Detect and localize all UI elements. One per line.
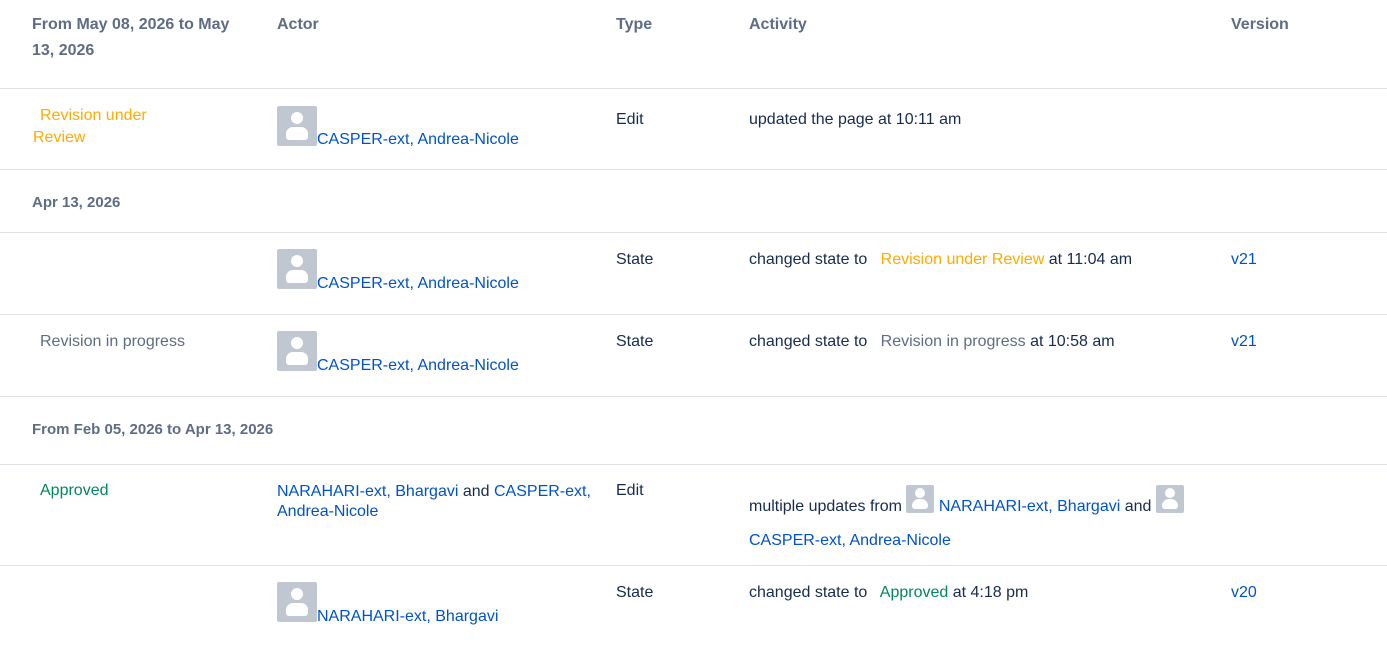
header-version: Version bbox=[1231, 0, 1387, 89]
state-badge: Revision in progress bbox=[880, 333, 1026, 350]
actor-block: CASPER-ext, Andrea-Nicole bbox=[277, 249, 519, 292]
status-badge: Revision under Review bbox=[33, 107, 147, 146]
version-link[interactable]: v21 bbox=[1231, 251, 1257, 269]
actor-cell: CASPER-ext, Andrea-Nicole bbox=[245, 315, 616, 397]
version-cell: v21 bbox=[1231, 233, 1387, 315]
version-cell: v20 bbox=[1231, 566, 1387, 648]
actor-link[interactable]: CASPER-ext, Andrea-Nicole bbox=[317, 275, 519, 293]
avatar bbox=[277, 331, 317, 371]
version-cell: v21 bbox=[1231, 315, 1387, 397]
status-badge: Approved bbox=[40, 482, 109, 499]
avatar bbox=[277, 582, 317, 622]
version-cell bbox=[1231, 89, 1387, 170]
header-date-range: From May 08, 2026 to May 13, 2026 bbox=[0, 0, 245, 89]
avatar bbox=[277, 249, 317, 289]
activity-text: changed state to Revision in progress at… bbox=[749, 333, 1115, 350]
group-date: Apr 13, 2026 bbox=[0, 170, 1387, 233]
state-badge: Revision under Review bbox=[880, 251, 1045, 268]
actor-link[interactable]: NARAHARI-ext, Bhargavi bbox=[277, 483, 458, 500]
actor-block: CASPER-ext, Andrea-Nicole bbox=[277, 106, 519, 148]
avatar bbox=[906, 485, 935, 513]
status-cell: Revision in progress bbox=[0, 315, 245, 397]
activity-text: updated the page at 10:11 am bbox=[749, 111, 962, 128]
version-link[interactable]: v20 bbox=[1231, 584, 1257, 602]
header-type: Type bbox=[616, 0, 710, 89]
actor-link[interactable]: CASPER-ext, Andrea-Nicole bbox=[317, 357, 519, 375]
actor-cell: NARAHARI-ext, Bhargavi bbox=[245, 566, 616, 648]
actor-cell: NARAHARI-ext, Bhargavi and CASPER-ext, A… bbox=[245, 465, 616, 566]
status-cell: Revision under Review bbox=[0, 89, 245, 170]
version-link[interactable]: v21 bbox=[1231, 333, 1257, 351]
header-actor: Actor bbox=[245, 0, 616, 89]
activity-cell: changed state to Revision under Review a… bbox=[710, 233, 1231, 315]
activity-cell: changed state to Revision in progress at… bbox=[710, 315, 1231, 397]
actor-cell: CASPER-ext, Andrea-Nicole bbox=[245, 233, 616, 315]
type-cell: State bbox=[616, 566, 710, 648]
actor-block: NARAHARI-ext, Bhargavi bbox=[277, 582, 498, 625]
type-label: Edit bbox=[616, 111, 644, 128]
type-label: State bbox=[616, 333, 654, 350]
header-activity: Activity bbox=[710, 0, 1231, 89]
actor-link[interactable]: CASPER-ext, Andrea-Nicole bbox=[749, 532, 951, 549]
page-history-table: From May 08, 2026 to May 13, 2026 Actor … bbox=[0, 0, 1387, 648]
status-cell bbox=[0, 233, 245, 315]
status-cell: Approved bbox=[0, 465, 245, 566]
state-badge: Approved bbox=[879, 584, 949, 601]
type-label: Edit bbox=[616, 482, 644, 499]
status-cell bbox=[0, 566, 245, 648]
type-label: State bbox=[616, 251, 654, 268]
type-cell: State bbox=[616, 315, 710, 397]
activity-text: multiple updates from NARAHARI-ext, Bhar… bbox=[749, 485, 1189, 558]
status-badge: Revision in progress bbox=[40, 333, 185, 350]
type-label: State bbox=[616, 584, 654, 601]
actor-link[interactable]: CASPER-ext, Andrea-Nicole bbox=[317, 131, 519, 149]
actor-block: NARAHARI-ext, Bhargavi and CASPER-ext, A… bbox=[277, 483, 591, 520]
avatar bbox=[277, 106, 317, 146]
activity-text: changed state to Approved at 4:18 pm bbox=[749, 584, 1029, 601]
type-cell: Edit bbox=[616, 89, 710, 170]
activity-cell: multiple updates from NARAHARI-ext, Bhar… bbox=[710, 465, 1231, 566]
actor-block: CASPER-ext, Andrea-Nicole bbox=[277, 331, 519, 374]
activity-text: changed state to Revision under Review a… bbox=[749, 251, 1133, 268]
actor-link[interactable]: NARAHARI-ext, Bhargavi bbox=[939, 498, 1120, 515]
type-cell: State bbox=[616, 233, 710, 315]
actor-cell: CASPER-ext, Andrea-Nicole bbox=[245, 89, 616, 170]
group-date: From Feb 05, 2026 to Apr 13, 2026 bbox=[0, 397, 1387, 465]
version-cell bbox=[1231, 465, 1387, 566]
actor-link[interactable]: NARAHARI-ext, Bhargavi bbox=[317, 608, 498, 626]
avatar bbox=[1155, 485, 1184, 513]
activity-cell: changed state to Approved at 4:18 pm bbox=[710, 566, 1231, 648]
type-cell: Edit bbox=[616, 465, 710, 566]
activity-cell: updated the page at 10:11 am bbox=[710, 89, 1231, 170]
